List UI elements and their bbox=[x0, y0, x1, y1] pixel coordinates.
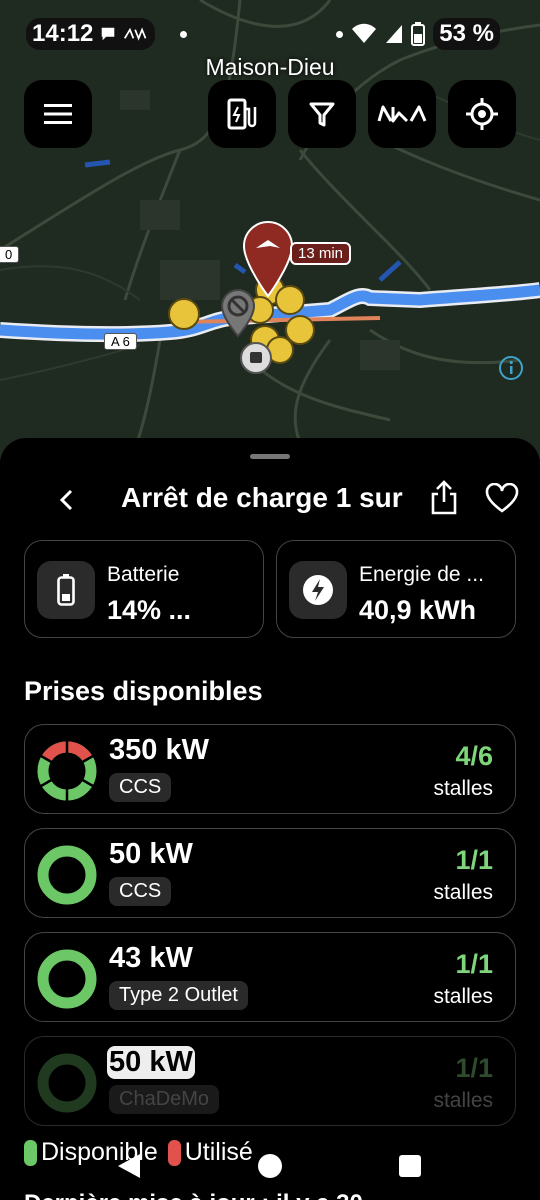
nav-home-icon[interactable] bbox=[256, 1152, 284, 1180]
locate-button[interactable] bbox=[448, 80, 516, 148]
ring-available-segment bbox=[37, 845, 97, 905]
availability-ring-icon bbox=[37, 740, 97, 802]
stalls-label: stalles bbox=[433, 985, 493, 1008]
battery-icon bbox=[411, 22, 426, 46]
plug-row[interactable]: 43 kW Type 2 Outlet 1/1 stalles bbox=[24, 932, 516, 1022]
ring-available-segment bbox=[37, 1053, 97, 1113]
bottom-sheet[interactable]: Arrêt de charge 1 sur Batterie 14% ... E… bbox=[0, 438, 540, 1200]
ev-station-icon bbox=[227, 98, 257, 130]
eta-badge: 13 min bbox=[290, 242, 352, 265]
connector-badge: Type 2 Outlet bbox=[109, 981, 248, 1010]
energy-card-icon-wrap bbox=[289, 561, 347, 619]
chevron-left-icon bbox=[59, 489, 73, 511]
connector-badge: CCS bbox=[109, 877, 172, 906]
notification-dot-icon bbox=[336, 30, 344, 38]
kia-logo-icon bbox=[377, 105, 427, 123]
status-icons: 53 % bbox=[336, 18, 500, 50]
filter-button[interactable] bbox=[288, 80, 356, 148]
status-time: 14:12 bbox=[26, 18, 156, 50]
energy-card-label: Energie de ... bbox=[359, 563, 484, 586]
availability-ring-icon bbox=[37, 1053, 97, 1113]
section-title: Prises disponibles bbox=[24, 676, 263, 706]
charger-filter-button[interactable] bbox=[208, 80, 276, 148]
battery-low-icon bbox=[57, 574, 75, 606]
heart-icon bbox=[485, 483, 519, 513]
menu-button[interactable] bbox=[24, 80, 92, 148]
available-count: 1/1 bbox=[455, 1053, 493, 1083]
chat-icon bbox=[102, 27, 115, 41]
battery-card-label: Batterie bbox=[107, 563, 180, 586]
lightning-icon bbox=[303, 575, 333, 605]
battery-card-value: 14% ... bbox=[107, 595, 192, 625]
sheet-header: Arrêt de charge 1 sur bbox=[0, 476, 540, 524]
info-icon[interactable] bbox=[498, 355, 524, 381]
wifi-icon bbox=[352, 23, 377, 43]
cell-signal-icon bbox=[386, 25, 403, 43]
place-name: Maison-Dieu bbox=[205, 54, 335, 80]
availability-ring-icon bbox=[37, 949, 97, 1009]
system-nav-bar bbox=[0, 1138, 540, 1200]
connector-badge: ChaDeMo bbox=[109, 1085, 220, 1114]
plug-power: 350 kW bbox=[109, 734, 209, 766]
sheet-title: Arrêt de charge 1 sur bbox=[121, 482, 403, 513]
crosshair-icon bbox=[466, 98, 498, 130]
plug-power: 50 kW bbox=[109, 838, 193, 870]
kia-notification-icon bbox=[124, 27, 147, 41]
stalls-label: stalles bbox=[433, 1089, 493, 1112]
available-count: 1/1 bbox=[455, 949, 493, 979]
battery-percent: 53 % bbox=[433, 18, 500, 50]
sheet-drag-handle[interactable] bbox=[250, 454, 290, 459]
road-label-partial: 0 bbox=[0, 246, 20, 263]
battery-card[interactable]: Batterie 14% ... bbox=[24, 540, 264, 638]
funnel-icon bbox=[309, 102, 335, 127]
status-bar: 14:12 53 % bbox=[0, 14, 540, 54]
plug-power: 43 kW bbox=[109, 942, 193, 974]
road-label-a6: A 6 bbox=[104, 333, 137, 350]
plug-row[interactable]: 50 kW ChaDeMo 1/1 stalles bbox=[24, 1036, 516, 1126]
stalls-label: stalles bbox=[433, 777, 493, 800]
energy-card[interactable]: Energie de ... 40,9 kWh bbox=[276, 540, 516, 638]
back-button[interactable] bbox=[48, 482, 84, 518]
nav-back-icon[interactable] bbox=[116, 1152, 142, 1180]
nav-recents-icon[interactable] bbox=[398, 1154, 422, 1178]
plug-row[interactable]: 50 kW CCS 1/1 stalles bbox=[24, 828, 516, 918]
share-icon bbox=[431, 480, 457, 515]
plug-row[interactable]: 350 kW CCS 4/6 stalles bbox=[24, 724, 516, 814]
stalls-label: stalles bbox=[433, 881, 493, 904]
kia-button[interactable] bbox=[368, 80, 436, 148]
clock-text: 14:12 bbox=[32, 20, 94, 47]
favorite-button[interactable] bbox=[482, 478, 522, 518]
map-view[interactable]: 14:12 53 % Maison-Dieu 0 A 6 13 min bbox=[0, 0, 540, 460]
plug-power: 50 kW bbox=[107, 1046, 195, 1079]
share-button[interactable] bbox=[424, 478, 464, 518]
availability-ring-icon bbox=[37, 845, 97, 905]
available-count: 4/6 bbox=[455, 741, 493, 771]
energy-card-value: 40,9 kWh bbox=[359, 595, 477, 625]
hamburger-icon bbox=[44, 104, 72, 124]
battery-card-icon-wrap bbox=[37, 561, 95, 619]
notification-dot-icon bbox=[180, 31, 187, 38]
available-count: 1/1 bbox=[455, 845, 493, 875]
ring-available-segment bbox=[37, 949, 97, 1009]
connector-badge: CCS bbox=[109, 773, 172, 802]
